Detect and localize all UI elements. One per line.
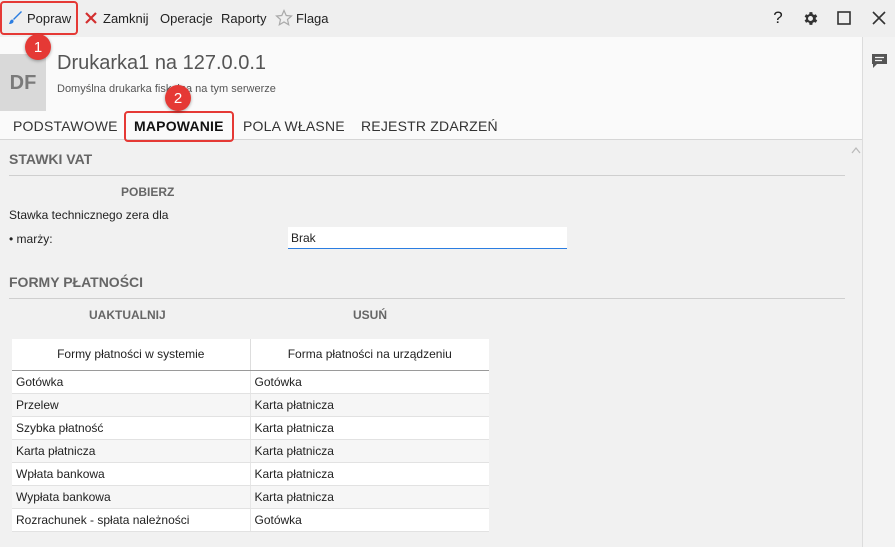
reports-label: Raporty bbox=[221, 10, 267, 26]
close-record-label: Zamknij bbox=[103, 10, 149, 26]
help-button[interactable]: ? bbox=[768, 8, 788, 28]
maximize-button[interactable] bbox=[834, 8, 854, 28]
maximize-icon bbox=[837, 11, 851, 25]
record-header: DF Drukarka1 na 127.0.0.1 Domyślna druka… bbox=[0, 37, 862, 126]
system-payment-cell: Wpłata bankowa bbox=[12, 462, 250, 486]
vat-description: Stawka technicznego zera dla bbox=[9, 208, 169, 222]
tab-event-log[interactable]: REJESTR ZDARZEŃ bbox=[361, 118, 498, 134]
delete-button[interactable]: USUŃ bbox=[353, 308, 387, 322]
comments-button[interactable] bbox=[871, 53, 888, 74]
operations-label: Operacje bbox=[160, 10, 213, 26]
table-header-row: Formy płatności w systemie Forma płatnoś… bbox=[12, 339, 489, 371]
margin-label: • marży: bbox=[9, 232, 53, 246]
payments-section-title: FORMY PŁATNOŚCI bbox=[9, 274, 144, 290]
close-window-button[interactable] bbox=[869, 8, 889, 28]
mapping-content: STAWKI VAT POBIERZ Stawka technicznego z… bbox=[0, 140, 862, 547]
system-payment-cell: Wypłata bankowa bbox=[12, 485, 250, 509]
scroll-up-icon[interactable] bbox=[851, 146, 861, 154]
star-icon bbox=[275, 9, 293, 27]
table-row[interactable]: Wpłata bankowa Karta płatnicza bbox=[12, 462, 489, 486]
close-x-icon bbox=[82, 9, 100, 27]
device-payment-cell[interactable]: Karta płatnicza bbox=[249, 485, 489, 509]
system-payment-cell: Karta płatnicza bbox=[12, 439, 250, 463]
tab-custom-fields[interactable]: POLA WŁASNE bbox=[243, 118, 345, 134]
table-row[interactable]: Wypłata bankowa Karta płatnicza bbox=[12, 485, 489, 509]
column-header-device[interactable]: Forma płatności na urządzeniu bbox=[249, 339, 489, 371]
table-row[interactable]: Gotówka Gotówka bbox=[12, 370, 489, 394]
operations-menu[interactable]: Operacje bbox=[160, 4, 213, 32]
close-icon bbox=[872, 11, 886, 25]
highlight-mapping-tab bbox=[124, 111, 234, 142]
comment-icon bbox=[872, 54, 887, 68]
device-payment-cell[interactable]: Gotówka bbox=[249, 370, 489, 394]
help-icon: ? bbox=[773, 8, 783, 27]
device-payment-cell[interactable]: Karta płatnicza bbox=[249, 439, 489, 463]
settings-button[interactable] bbox=[800, 8, 820, 28]
payment-mapping-table: Formy płatności w systemie Forma płatnoś… bbox=[12, 339, 489, 532]
system-payment-cell: Szybka płatność bbox=[12, 416, 250, 440]
device-payment-cell[interactable]: Karta płatnicza bbox=[249, 462, 489, 486]
device-payment-cell[interactable]: Gotówka bbox=[249, 508, 489, 532]
flag-label: Flaga bbox=[296, 10, 329, 26]
page-title: Drukarka1 na 127.0.0.1 bbox=[57, 52, 267, 74]
update-button[interactable]: UAKTUALNIJ bbox=[89, 308, 166, 322]
device-payment-cell[interactable]: Karta płatnicza bbox=[249, 393, 489, 417]
system-payment-cell: Rozrachunek - spłata należności bbox=[12, 508, 250, 532]
fetch-button[interactable]: POBIERZ bbox=[121, 185, 174, 199]
margin-select[interactable]: Brak bbox=[288, 227, 567, 249]
payments-divider bbox=[9, 298, 845, 299]
close-record-button[interactable]: Zamknij bbox=[82, 4, 149, 32]
toolbar: Popraw Zamknij Operacje Raporty Flaga ? bbox=[0, 0, 895, 37]
right-sidebar bbox=[862, 37, 895, 547]
table-row[interactable]: Karta płatnicza Karta płatnicza bbox=[12, 439, 489, 463]
column-header-system[interactable]: Formy płatności w systemie bbox=[12, 339, 250, 371]
flag-button[interactable]: Flaga bbox=[275, 4, 329, 32]
table-row[interactable]: Rozrachunek - spłata należności Gotówka bbox=[12, 508, 489, 532]
highlight-edit-button bbox=[0, 1, 78, 35]
table-row[interactable]: Przelew Karta płatnicza bbox=[12, 393, 489, 417]
table-row[interactable]: Szybka płatność Karta płatnicza bbox=[12, 416, 489, 440]
step-badge-1: 1 bbox=[25, 34, 51, 60]
step-badge-2: 2 bbox=[165, 85, 191, 111]
device-payment-cell[interactable]: Karta płatnicza bbox=[249, 416, 489, 440]
vat-section-title: STAWKI VAT bbox=[9, 151, 93, 167]
vat-divider bbox=[9, 175, 845, 176]
system-payment-cell: Gotówka bbox=[12, 370, 250, 394]
system-payment-cell: Przelew bbox=[12, 393, 250, 417]
gear-icon bbox=[804, 11, 817, 25]
tab-basic[interactable]: PODSTAWOWE bbox=[13, 118, 118, 134]
reports-menu[interactable]: Raporty bbox=[221, 4, 267, 32]
